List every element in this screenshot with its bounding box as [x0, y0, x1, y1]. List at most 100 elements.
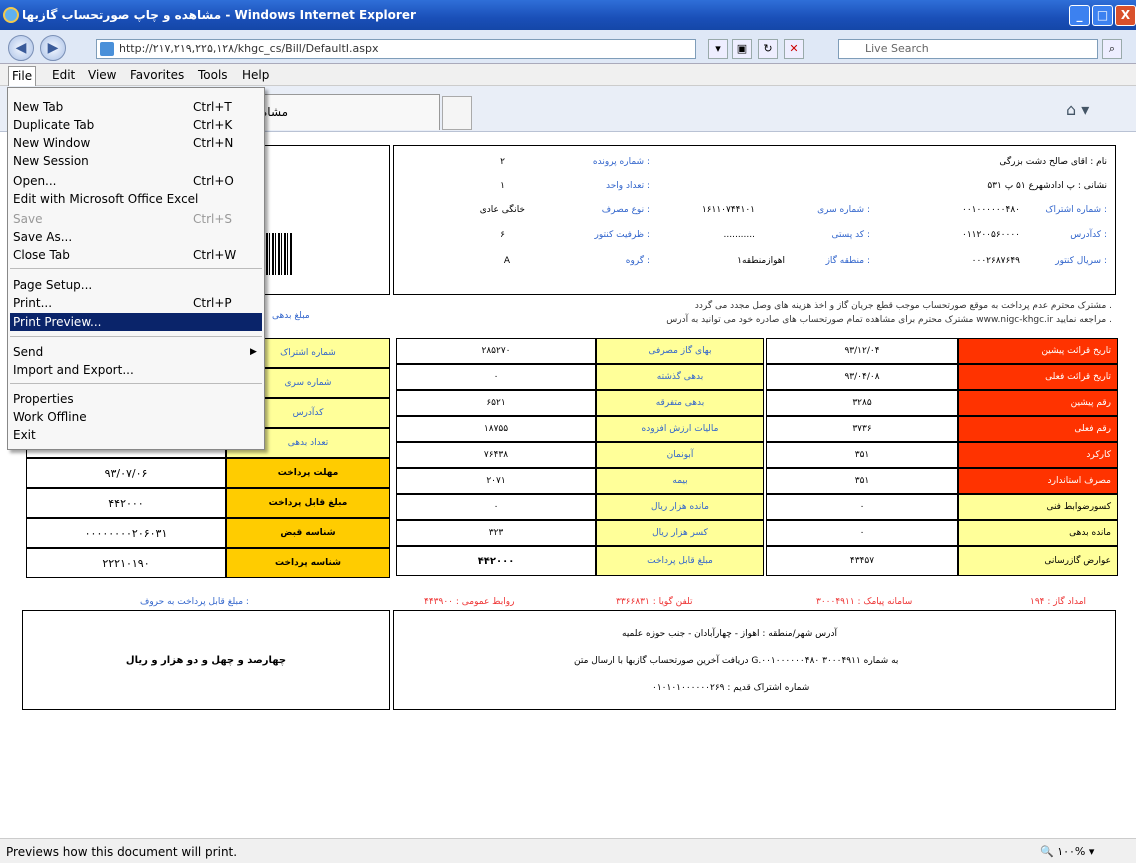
tab-bill[interactable]: مشاه [240, 94, 440, 130]
menu-separator [10, 383, 262, 384]
menu-item-work-offline[interactable]: Work Offline [10, 408, 262, 426]
right-value-8: ۰ [766, 520, 958, 546]
menu-item-new-tab[interactable]: New Tab Ctrl+T [10, 98, 262, 116]
menu-item-properties[interactable]: Properties [10, 390, 262, 408]
menu-item-page-setup[interactable]: Page Setup... [10, 276, 262, 294]
mid-label-2: بدهی گذشته [596, 364, 764, 390]
address-dropdown-icon[interactable]: ▾ [708, 39, 728, 59]
due-date-value: ۹۳/۰۷/۰۶ [26, 458, 226, 488]
close-button[interactable]: X [1115, 5, 1136, 26]
mid-value-5: ۷۶۴۳۸ [396, 442, 596, 468]
right-label-8: مانده بدهی [958, 520, 1118, 546]
status-bar: Previews how this document will print. 🔍… [0, 838, 1136, 863]
menu-item-print[interactable]: Print... Ctrl+P [10, 294, 262, 312]
customer-address: نشانی : پ ادادشهرع ۵۱ پ ۵۳۱ [987, 181, 1107, 191]
search-icon[interactable]: ⌕ [1102, 39, 1122, 59]
account-value: ۰۰۱۰۰۰۰۰۰۴۸۰ [961, 205, 1020, 215]
barcode-image [266, 233, 292, 275]
stop-icon[interactable]: ✕ [784, 39, 804, 59]
mid-label-1: بهای گاز مصرفی [596, 338, 764, 364]
menu-item-duplicate-tab[interactable]: Duplicate Tab Ctrl+K [10, 116, 262, 134]
right-label-2: تاریخ قرائت فعلی [958, 364, 1118, 390]
public-relations: روابط عمومی : ۴۴۳۹۰۰ [424, 597, 515, 607]
zoom-level[interactable]: 🔍 ۱۰۰% ▾ [1040, 845, 1094, 858]
menu-tools[interactable]: Tools [198, 68, 228, 82]
maximize-button[interactable]: □ [1092, 5, 1113, 26]
right-value-6: ۳۵۱ [766, 468, 958, 494]
address-input[interactable]: http://۲۱۷,۲۱۹,۲۲۵,۱۲۸/khgc_cs/Bill/Defa… [96, 39, 696, 59]
right-value-3: ۳۲۸۵ [766, 390, 958, 416]
new-tab-button[interactable] [442, 96, 472, 130]
mid-value-4: ۱۸۷۵۵ [396, 416, 596, 442]
search-input[interactable]: Live Search [838, 39, 1098, 59]
address-toolbar: ◀ ▶ http://۲۱۷,۲۱۹,۲۲۵,۱۲۸/khgc_cs/Bill/… [0, 30, 1136, 64]
menu-edit[interactable]: Edit [52, 68, 75, 82]
menu-item-exit[interactable]: Exit [10, 426, 262, 444]
menu-file[interactable]: File [8, 66, 37, 86]
tab-label: مشاه [261, 105, 289, 119]
menu-separator [10, 268, 262, 269]
voice-phone: تلفن گویا : ۳۳۶۶۸۳۱ [616, 597, 693, 607]
pay-id-label: شناسه پرداخت [226, 548, 390, 578]
submenu-arrow-icon: ▶ [250, 347, 257, 357]
usage-label: نوع مصرف : [601, 205, 650, 215]
mid-label-3: بدهی متفرقه [596, 390, 764, 416]
menu-favorites[interactable]: Favorites [130, 68, 184, 82]
menu-help[interactable]: Help [242, 68, 269, 82]
right-label-6: مصرف استاندارد [958, 468, 1118, 494]
due-date-label: مهلت پرداخت [226, 458, 390, 488]
address-code-label: کدآدرس : [1070, 230, 1107, 240]
mid-label-9: مبلغ قابل پرداخت [596, 546, 764, 576]
menu-item-edit-excel[interactable]: Edit with Microsoft Office Excel [10, 190, 262, 208]
menu-item-open[interactable]: Open... Ctrl+O [10, 172, 262, 190]
menu-item-new-session[interactable]: New Session [10, 152, 262, 170]
gas-emergency: امداد گاز : ۱۹۴ [1030, 597, 1087, 607]
pay-id-value: ۲۲۲۱۰۱۹۰ [26, 548, 226, 578]
menu-view[interactable]: View [88, 68, 116, 82]
menu-item-new-window[interactable]: New Window Ctrl+N [10, 134, 262, 152]
notice-2: مشترک محترم برای مشاهده تمام صورتحساب ها… [666, 315, 1112, 325]
forward-icon[interactable]: ▶ [40, 35, 66, 61]
address-url: http://۲۱۷,۲۱۹,۲۲۵,۱۲۸/khgc_cs/Bill/Defa… [119, 42, 379, 55]
minimize-button[interactable]: _ [1069, 5, 1090, 26]
debt-label: مبلغ بدهی [272, 311, 310, 321]
compat-icon[interactable]: ▣ [732, 39, 752, 59]
sms-instructions: دریافت آخرین صورتحساب گازبها با ارسال مت… [574, 656, 899, 666]
mid-label-8: کسر هزار ریال [596, 520, 764, 546]
mid-label-7: مانده هزار ریال [596, 494, 764, 520]
old-account: شماره اشتراک قدیم : ۰۱۰۱۰۱۰۰۰۰۰۰۲۶۹ [652, 683, 810, 693]
menu-item-close-tab[interactable]: Close Tab Ctrl+W [10, 246, 262, 264]
notice-1: مشترک محترم عدم پرداخت به موقع صورتحساب … [694, 301, 1112, 311]
refresh-icon[interactable]: ↻ [758, 39, 778, 59]
menu-separator [10, 336, 262, 337]
right-label-5: کارکرد [958, 442, 1118, 468]
region-label: منطقه گاز : [825, 256, 870, 266]
capacity-label: ظرفیت کنتور : [594, 230, 650, 240]
menu-item-print-preview[interactable]: Print Preview... [10, 313, 262, 331]
mid-label-4: مالیات ارزش افزوده [596, 416, 764, 442]
usage-value: خانگی عادی [479, 205, 525, 215]
menu-item-save: Save Ctrl+S [13, 212, 233, 226]
units-label: تعداد واحد : [606, 181, 650, 191]
account-label: شماره اشتراک : [1045, 205, 1107, 215]
payable-label: مبلغ قابل پرداخت [226, 488, 390, 518]
right-label-9: عوارض گازرسانی [958, 546, 1118, 576]
group-value: A [503, 256, 510, 266]
mid-value-9: ۴۴۲۰۰۰ [396, 546, 596, 576]
back-icon[interactable]: ◀ [8, 35, 34, 61]
menu-item-import-export[interactable]: Import and Export... [10, 361, 262, 379]
amount-words: چهارصد و چهل و دو هزار و ریال [125, 654, 287, 666]
serial-label: شماره سری : [817, 205, 870, 215]
mid-label-5: آبونمان [596, 442, 764, 468]
menu-bar: File Edit View Favorites Tools Help [0, 64, 1136, 86]
search-placeholder: Live Search [865, 42, 929, 55]
mid-value-8: ۳۲۳ [396, 520, 596, 546]
page-icon [100, 42, 114, 56]
right-label-4: رقم فعلی [958, 416, 1118, 442]
file-menu: New Tab Ctrl+T Duplicate Tab Ctrl+K New Wi… [7, 87, 265, 450]
menu-item-send[interactable]: Send ▶ [10, 343, 262, 361]
right-value-9: ۴۳۴۵۷ [766, 546, 958, 576]
home-icon[interactable]: ⌂ ▾ [1066, 100, 1089, 119]
menu-item-save-as[interactable]: Save As... [10, 228, 262, 246]
bill-id-value: ۰۰۰۰۰۰۰۰۲۰۶۰۳۱ [26, 518, 226, 548]
